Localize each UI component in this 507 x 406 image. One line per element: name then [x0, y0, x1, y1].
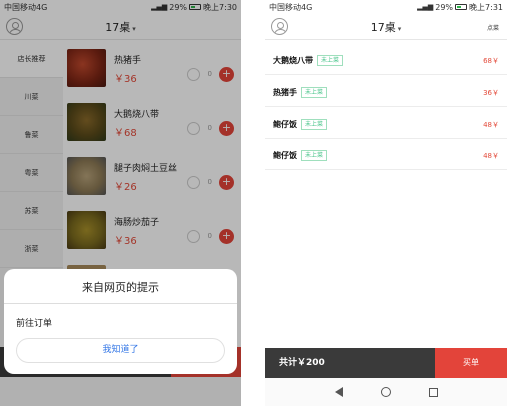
checkout-button[interactable]: 买单 [435, 348, 507, 378]
status-badge: 未上菜 [301, 119, 328, 130]
signal-icon: ▂▄▆ [417, 3, 434, 11]
divider [4, 303, 237, 304]
order-row: 鲍仔饭 未上菜 48￥ [265, 108, 507, 139]
order-dish-name: 热猪手 [273, 88, 297, 97]
order-price: 68￥ [483, 57, 499, 65]
order-row: 热猪手 未上菜 36￥ [265, 76, 507, 107]
confirm-button[interactable]: 我知道了 [16, 338, 225, 363]
menu-screen: 中国移动4G ▂▄▆ 29% 晚上7:30 17桌 ▾ 店长推荐 川菜 鲁菜 粤菜… [0, 0, 241, 406]
status-badge: 未上菜 [317, 55, 344, 66]
status-badge: 未上菜 [301, 150, 328, 161]
table-label: 17桌 [370, 20, 396, 34]
system-navbar [265, 378, 507, 406]
order-price: 36￥ [483, 89, 499, 97]
clock: 晚上7:31 [469, 2, 503, 12]
order-price: 48￥ [483, 152, 499, 160]
battery-percent: 29% [435, 2, 454, 12]
cart-total: 共计￥200 [265, 348, 435, 378]
recent-apps-icon[interactable] [428, 387, 438, 397]
order-link[interactable]: 点菜 [487, 23, 499, 32]
order-dish-name: 鲍仔饭 [273, 120, 297, 129]
table-selector[interactable]: 17桌 ▾ [371, 19, 402, 35]
carrier-label: 中国移动4G [269, 2, 313, 12]
order-row: 大鹅烧八带 未上菜 68￥ [265, 44, 507, 75]
battery-icon [455, 4, 468, 10]
dialog-message: 前往订单 [16, 319, 53, 329]
order-row: 鲍仔饭 未上菜 48￥ [265, 139, 507, 170]
status-bar: 中国移动4G ▂▄▆ 29% 晚上7:31 [265, 0, 507, 14]
back-icon[interactable] [334, 387, 343, 397]
top-bar: 17桌 ▾ 点菜 [265, 14, 507, 40]
status-badge: 未上菜 [301, 87, 328, 98]
order-dish-name: 鲍仔饭 [273, 151, 297, 160]
chevron-down-icon: ▾ [397, 24, 402, 33]
order-screen: 中国移动4G ▂▄▆ 29% 晚上7:31 17桌 ▾ 点菜 大鹅烧八带 未上菜 6… [265, 0, 507, 406]
home-icon[interactable] [380, 387, 391, 397]
order-price: 48￥ [483, 121, 499, 129]
alert-dialog: 来自网页的提示 前往订单 我知道了 [4, 269, 237, 374]
dialog-title: 来自网页的提示 [82, 281, 159, 294]
order-dish-name: 大鹅烧八带 [273, 56, 313, 65]
avatar-icon[interactable] [271, 18, 288, 35]
